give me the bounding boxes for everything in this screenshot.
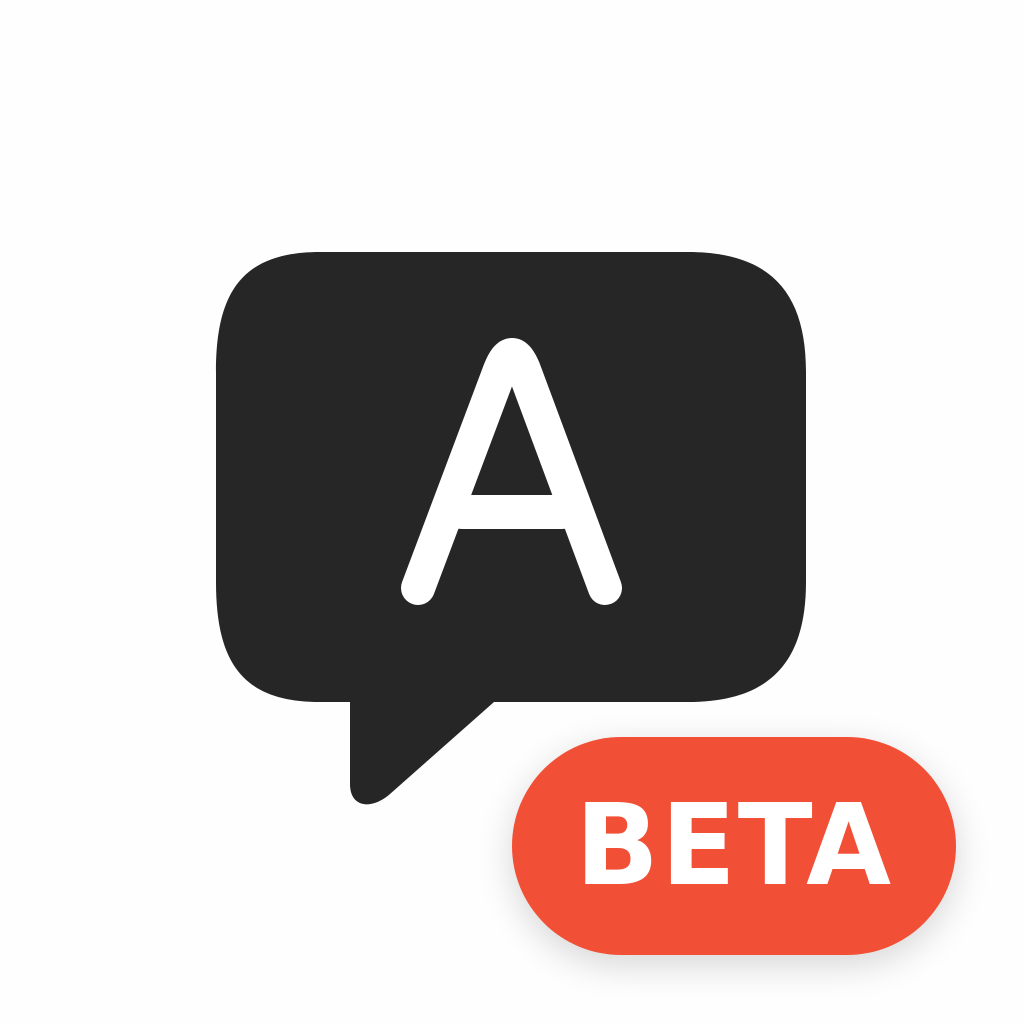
- beta-label: BETA: [575, 781, 893, 911]
- app-icon: BETA: [0, 0, 1024, 1024]
- beta-badge: BETA: [512, 737, 956, 955]
